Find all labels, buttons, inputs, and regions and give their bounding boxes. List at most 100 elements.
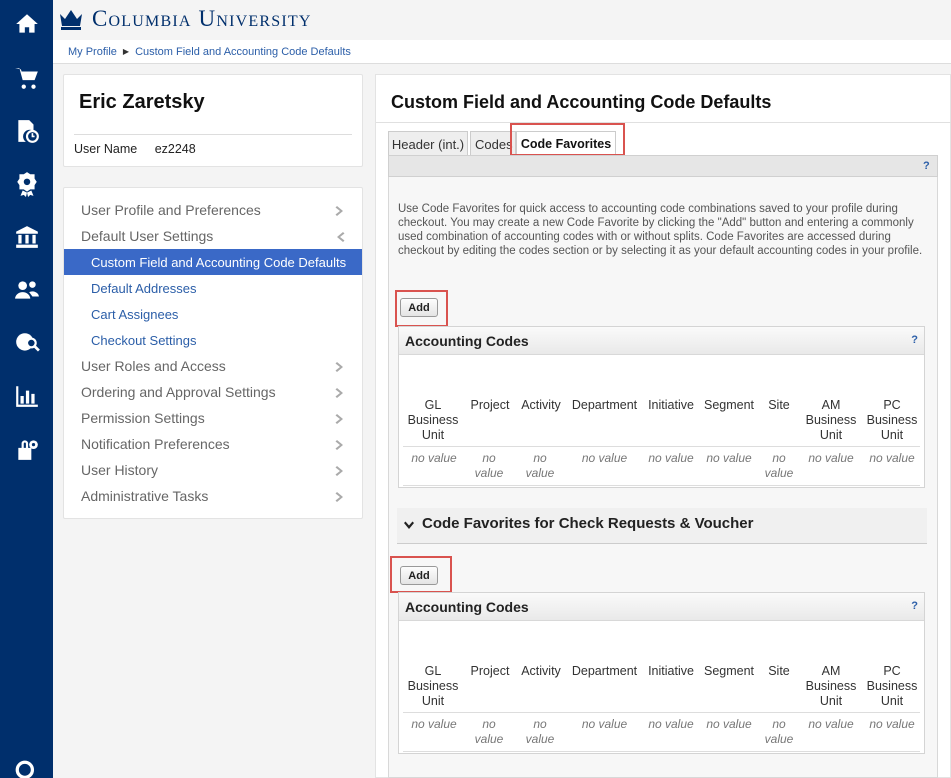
col-project: Project xyxy=(470,664,510,678)
col-pc-business-unit: PC Business Unit xyxy=(866,398,918,442)
table-cell: no value xyxy=(706,717,752,731)
divider xyxy=(376,122,951,123)
col-site: Site xyxy=(768,664,790,678)
table-cell: no value xyxy=(648,451,694,465)
accounting-codes-panel: Accounting Codes ? GL Business Unit Proj… xyxy=(398,326,925,488)
table-cell: no value xyxy=(411,717,457,731)
breadcrumb-my-profile[interactable]: My Profile xyxy=(68,46,117,58)
col-activity: Activity xyxy=(521,398,561,412)
nav-notification-preferences[interactable]: Notification Preferences xyxy=(64,431,362,457)
nav-label: User Roles and Access xyxy=(81,358,226,374)
help-icon[interactable]: ? xyxy=(911,334,918,346)
divider xyxy=(403,751,920,752)
nav-label: Default Addresses xyxy=(91,280,197,296)
nav-checkout-settings[interactable]: Checkout Settings xyxy=(64,327,362,353)
nav-cart-assignees[interactable]: Cart Assignees xyxy=(64,301,362,327)
nav-user-roles[interactable]: User Roles and Access xyxy=(64,353,362,379)
table-cell: no value xyxy=(581,717,628,731)
chevron-left-icon xyxy=(334,230,346,242)
col-initiative: Initiative xyxy=(648,664,694,678)
nav-permission-settings[interactable]: Permission Settings xyxy=(64,405,362,431)
nav-label: User Profile and Preferences xyxy=(81,202,261,218)
nav-label: Default User Settings xyxy=(81,228,214,244)
logo-text: Columbia University xyxy=(92,6,312,31)
table-cell: no value xyxy=(525,717,555,746)
bar-chart-icon[interactable] xyxy=(0,376,53,416)
breadcrumb: My Profile ▶ Custom Field and Accounting… xyxy=(53,40,951,64)
chevron-right-icon xyxy=(334,204,346,216)
profile-name: Eric Zaretsky xyxy=(79,91,205,113)
help-icon[interactable]: ? xyxy=(923,160,930,172)
col-gl-business-unit: GL Business Unit xyxy=(407,664,459,708)
top-header: Columbia University xyxy=(53,0,951,40)
highlight-box xyxy=(390,556,452,593)
user-name-row: User Name ez2248 xyxy=(74,142,196,156)
nav-label: Notification Preferences xyxy=(81,436,230,452)
table-cell: no value xyxy=(581,451,628,465)
nav-administrative-tasks[interactable]: Administrative Tasks xyxy=(64,483,362,509)
table-cell: no value xyxy=(525,451,555,480)
col-segment: Segment xyxy=(703,398,755,412)
globe-search-icon[interactable] xyxy=(0,323,53,363)
page-title: Custom Field and Accounting Code Default… xyxy=(391,92,772,112)
badge-icon[interactable] xyxy=(0,164,53,204)
breadcrumb-current[interactable]: Custom Field and Accounting Code Default… xyxy=(135,46,351,58)
table-cell: no value xyxy=(648,717,694,731)
nav-ordering-approval[interactable]: Ordering and Approval Settings xyxy=(64,379,362,405)
col-gl-business-unit: GL Business Unit xyxy=(407,398,459,442)
cart-icon[interactable] xyxy=(0,58,53,98)
nav-user-profile[interactable]: User Profile and Preferences xyxy=(64,197,362,223)
divider xyxy=(403,485,920,486)
lock-gear-icon[interactable] xyxy=(0,429,53,469)
col-activity: Activity xyxy=(521,664,561,678)
search-icon[interactable] xyxy=(0,752,53,778)
table-cell: no value xyxy=(869,451,915,465)
profile-card: Eric Zaretsky User Name ez2248 xyxy=(63,74,363,167)
section-title: Code Favorites for Check Requests & Vouc… xyxy=(422,515,754,532)
nav-user-history[interactable]: User History xyxy=(64,457,362,483)
nav-label: Permission Settings xyxy=(81,410,205,426)
check-requests-section-header[interactable]: Code Favorites for Check Requests & Vouc… xyxy=(397,508,927,544)
settings-nav: User Profile and Preferences Default Use… xyxy=(63,187,363,519)
divider xyxy=(74,134,352,135)
accounting-codes-header: Accounting Codes ? xyxy=(399,327,924,355)
col-site: Site xyxy=(768,398,790,412)
user-name-value: ez2248 xyxy=(154,142,196,156)
chevron-down-icon xyxy=(403,519,415,531)
chevron-right-icon xyxy=(334,438,346,450)
university-logo[interactable]: Columbia University xyxy=(58,6,312,32)
tab-header-int[interactable]: Header (int.) xyxy=(388,131,468,156)
chevron-right-icon xyxy=(334,490,346,502)
table-cell: no value xyxy=(474,717,504,746)
nav-default-addresses[interactable]: Default Addresses xyxy=(64,275,362,301)
table-cell: no value xyxy=(808,451,854,465)
nav-label: Ordering and Approval Settings xyxy=(81,384,276,400)
chevron-right-icon xyxy=(334,412,346,424)
nav-custom-field-defaults[interactable]: Custom Field and Accounting Code Default… xyxy=(64,249,362,275)
col-segment: Segment xyxy=(703,664,755,678)
users-icon[interactable] xyxy=(0,270,53,310)
table-cell: no value xyxy=(764,451,794,480)
col-initiative: Initiative xyxy=(648,398,694,412)
nav-label: Custom Field and Accounting Code Default… xyxy=(91,254,347,270)
clock-document-icon[interactable] xyxy=(0,111,53,151)
nav-default-user-settings[interactable]: Default User Settings xyxy=(64,223,362,249)
caret-right-icon: ▶ xyxy=(122,47,130,56)
accounting-codes-header: Accounting Codes ? xyxy=(399,593,924,621)
accounting-codes-panel: Accounting Codes ? GL Business Unit Proj… xyxy=(398,592,925,754)
tab-toolbar xyxy=(388,155,938,177)
nav-label: Checkout Settings xyxy=(91,332,197,348)
nav-label: Administrative Tasks xyxy=(81,488,209,504)
col-department: Department xyxy=(571,664,638,678)
nav-label: Cart Assignees xyxy=(91,306,179,322)
col-project: Project xyxy=(470,398,510,412)
help-icon[interactable]: ? xyxy=(911,600,918,612)
col-department: Department xyxy=(571,398,638,412)
table-cell: no value xyxy=(869,717,915,731)
highlight-box xyxy=(395,290,448,327)
highlight-box xyxy=(510,123,625,156)
divider xyxy=(403,712,920,713)
accounting-codes-title: Accounting Codes xyxy=(405,599,529,615)
home-icon[interactable] xyxy=(0,4,53,44)
bank-icon[interactable] xyxy=(0,217,53,257)
